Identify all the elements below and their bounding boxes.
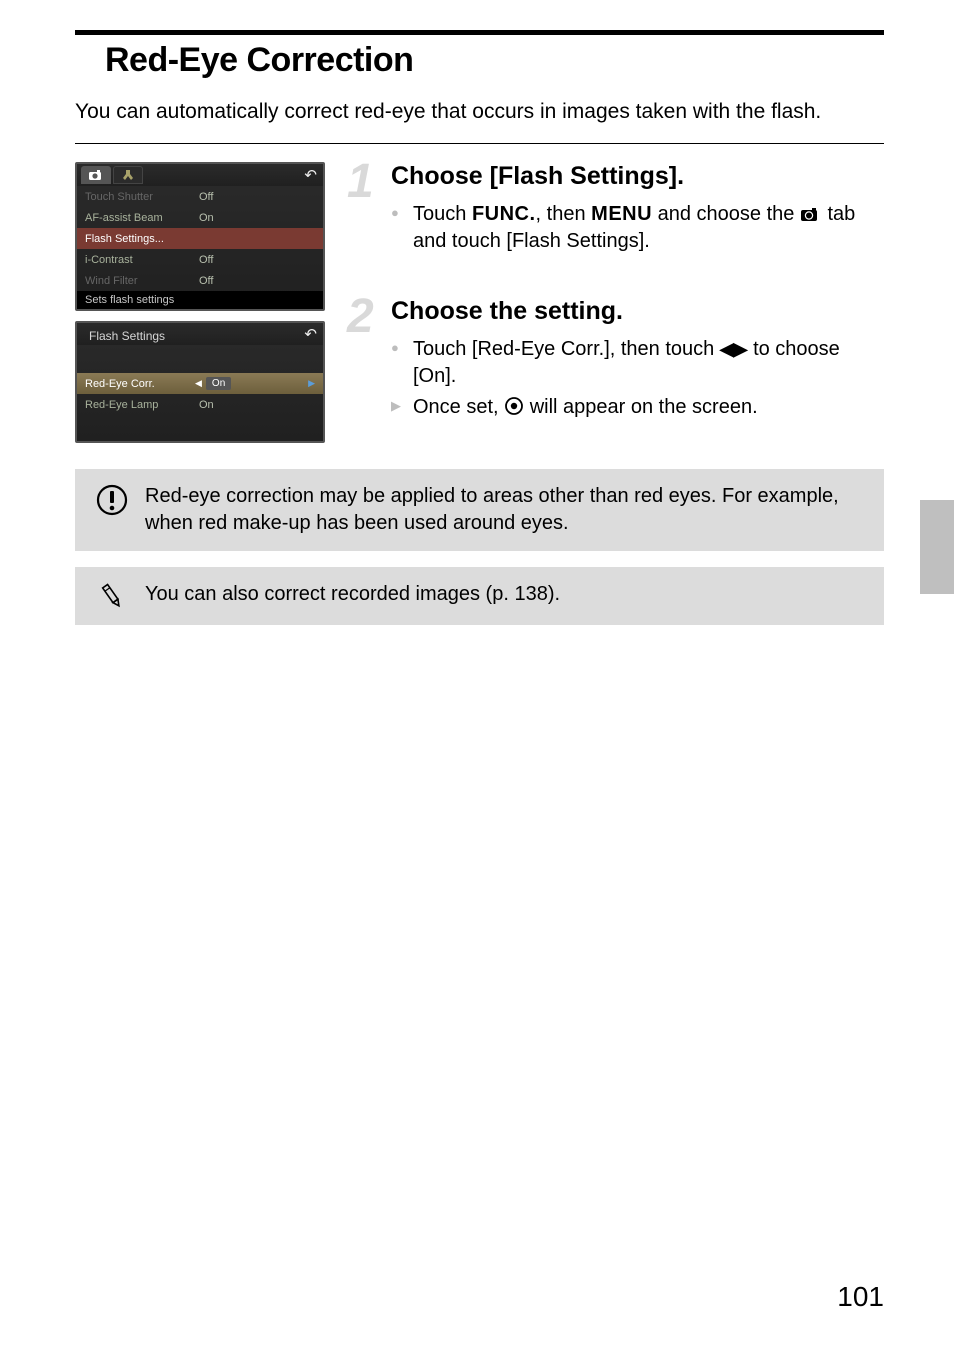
menu-rows: Touch ShutterOff AF-assist BeamOn Flash … [77,186,323,291]
menu-row: AF-assist BeamOn [77,207,323,228]
warning-icon [95,483,129,517]
status-bar: Sets flash settings [77,291,323,309]
step-title: Choose the setting. [391,297,884,326]
back-icon: ↶ [304,325,317,343]
tip-note: You can also correct recorded images (p.… [75,567,884,625]
step-title: Choose [Flash Settings]. [391,162,884,191]
note-text: Red-eye correction may be applied to are… [145,483,868,537]
step-number: 1 [347,154,374,209]
section-header: Red-Eye Correction [75,30,884,80]
step-bullet: Touch [Red-Eye Corr.], then touch ◀▶ to … [391,336,884,390]
back-icon: ↶ [304,166,317,184]
menu-row: Red-Eye Lamp On [77,394,323,415]
note-text: You can also correct recorded images (p.… [145,581,868,608]
page-number: 101 [837,1281,884,1313]
menu-row-selected: Flash Settings... [77,228,323,249]
warning-note: Red-eye correction may be applied to are… [75,469,884,551]
submenu-title: Flash Settings [81,323,173,345]
intro-text: You can automatically correct red-eye th… [75,98,884,125]
step-2: 2 Choose the setting. Touch [Red-Eye Cor… [347,297,884,421]
divider [75,143,884,144]
pencil-icon [95,581,129,611]
step-number: 2 [347,289,374,344]
menu-row: Touch ShutterOff [77,186,323,207]
step-1: 1 Choose [Flash Settings]. Touch FUNC., … [347,162,884,255]
camera-menu-screenshot-2: Flash Settings ↶ Red-Eye Corr. ◀ On ▶ Re… [75,321,325,443]
steps: 1 Choose [Flash Settings]. Touch FUNC., … [347,162,884,453]
left-arrow-icon: ◀ [195,378,202,389]
menu-row: Wind FilterOff [77,270,323,291]
camera-tab-icon [81,166,111,184]
right-arrow-icon: ▶ [308,378,315,389]
menu-row-selected: Red-Eye Corr. ◀ On ▶ [77,373,323,394]
thumb-tab [920,500,954,594]
step-result: Once set, will appear on the screen. [391,394,884,421]
step-bullet: Touch FUNC., then MENU and choose the ta… [391,201,884,255]
tools-tab-icon [113,166,143,184]
page-title: Red-Eye Correction [75,41,884,80]
menu-row: i-ContrastOff [77,249,323,270]
camera-menu-screenshot-1: ↶ Touch ShutterOff AF-assist BeamOn Flas… [75,162,325,311]
